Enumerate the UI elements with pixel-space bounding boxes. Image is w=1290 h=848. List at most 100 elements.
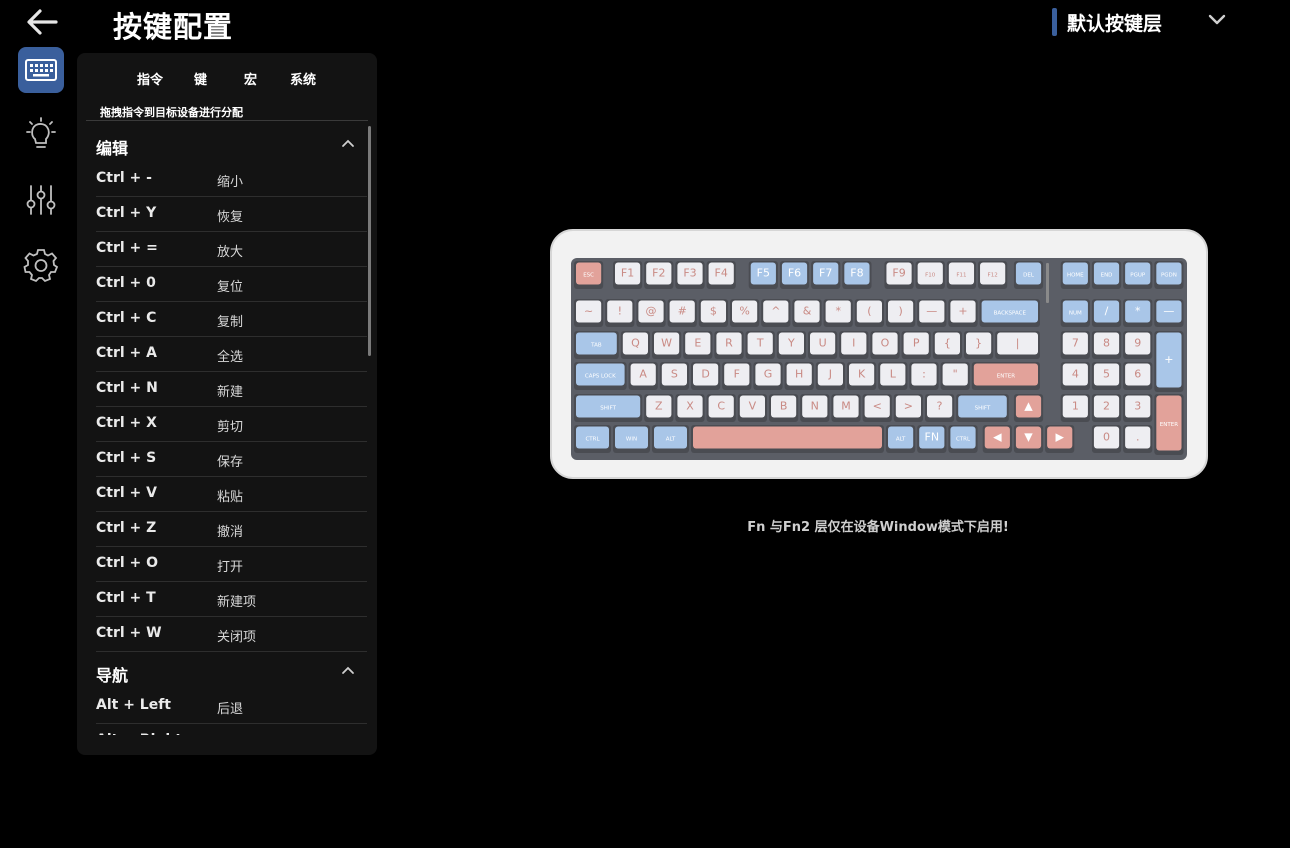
command-row[interactable]: Ctrl + C复制 <box>96 302 367 337</box>
key-label: ESC <box>583 273 594 279</box>
command-label: 新建项 <box>217 591 256 610</box>
chevron-down-icon <box>1207 13 1227 27</box>
command-row[interactable]: Alt + Right前进 <box>96 724 367 735</box>
keyboard-key: J <box>816 362 845 390</box>
command-label: 恢复 <box>217 206 243 225</box>
key-label: T <box>756 337 764 350</box>
key-label: F11 <box>956 273 966 279</box>
shortcut-key: Ctrl + A <box>96 345 157 361</box>
keyboard-key: } <box>964 331 993 359</box>
layer-selected-label: 默认按键层 <box>1067 9 1162 36</box>
drag-hint: 拖拽指令到目标设备进行分配 <box>100 104 243 120</box>
key-label: A <box>639 368 647 381</box>
keyboard-key: ▼ <box>1014 425 1043 453</box>
key-label: CAPS LOCK <box>585 374 616 380</box>
command-row[interactable]: Ctrl + W关闭项 <box>96 617 367 652</box>
command-row[interactable]: Ctrl + S保存 <box>96 442 367 477</box>
shortcut-key: Ctrl + C <box>96 310 156 326</box>
key-label: 9 <box>1134 337 1141 350</box>
key-label: 6 <box>1134 368 1141 381</box>
keyboard-key: F6 <box>780 261 809 289</box>
keyboard-key: G <box>753 362 782 390</box>
key-label: DEL <box>1023 273 1035 279</box>
tab-macros[interactable]: 宏 <box>244 69 257 88</box>
keyboard-key: SHIFT <box>574 394 642 422</box>
command-row[interactable]: Ctrl + O打开 <box>96 547 367 582</box>
key-label: I <box>852 337 855 350</box>
keyboard-key: PGUP <box>1123 261 1152 289</box>
keyboard-key: O <box>870 331 899 359</box>
keyboard-key: ALT <box>886 425 915 453</box>
key-label: 7 <box>1072 337 1079 350</box>
command-row[interactable]: Alt + Left后退 <box>96 689 367 724</box>
key-label: G <box>764 368 773 381</box>
command-row[interactable]: Ctrl + Y 恢复 <box>96 197 367 232</box>
keyboard-key: — <box>917 299 946 327</box>
key-label: M <box>841 400 851 413</box>
command-row[interactable]: Ctrl + N新建 <box>96 372 367 407</box>
keyboard-key: K <box>847 362 876 390</box>
command-row[interactable]: Ctrl + T新建项 <box>96 582 367 617</box>
keyboard-key: + <box>948 299 977 327</box>
keyboard-key: F10 <box>916 261 945 289</box>
key-label: + <box>958 305 967 318</box>
key-label: & <box>803 305 812 318</box>
sliders-icon <box>24 183 58 217</box>
command-row[interactable]: Ctrl + =放大 <box>96 232 367 267</box>
keyboard-key: ALT <box>652 425 689 453</box>
command-row[interactable]: Ctrl + A全选 <box>96 337 367 372</box>
nav-keys-button[interactable] <box>18 47 64 93</box>
back-button[interactable] <box>24 6 60 38</box>
shortcut-key: Ctrl + W <box>96 625 162 641</box>
nav-lighting-button[interactable] <box>18 112 64 158</box>
command-label: 缩小 <box>217 171 243 190</box>
key-label: ! <box>618 305 622 318</box>
shortcut-key: Ctrl + Y <box>96 205 156 221</box>
keyboard-key: U <box>808 331 837 359</box>
command-row[interactable]: Ctrl + V粘贴 <box>96 477 367 512</box>
gear-icon <box>23 247 59 283</box>
keyboard-key: Q <box>621 331 650 359</box>
keyboard-key: F4 <box>707 261 736 289</box>
key-label: 3 <box>1134 400 1141 413</box>
command-row[interactable]: Ctrl + 0复位 <box>96 267 367 302</box>
key-label: ▶ <box>1055 431 1064 444</box>
keyboard-key: PGDN <box>1154 261 1183 289</box>
keyboard-key: F7 <box>811 261 840 289</box>
nav-settings-button[interactable] <box>18 242 64 288</box>
tab-commands[interactable]: 指令 <box>137 69 163 88</box>
command-row[interactable]: Ctrl + Z撤消 <box>96 512 367 547</box>
key-label: } <box>975 337 982 350</box>
keyboard-key: ! <box>605 299 634 327</box>
tab-keys[interactable]: 键 <box>194 69 207 88</box>
command-list: 编辑 Ctrl + - 缩小 Ctrl + Y 恢复 Ctrl + =放大 Ctrl… <box>96 125 367 735</box>
command-row[interactable]: Ctrl + - 缩小 <box>96 162 367 197</box>
section-header-edit[interactable]: 编辑 <box>96 125 367 162</box>
section-header-navigation[interactable]: 导航 <box>96 652 367 689</box>
keyboard-preview: ESCF1F2F3F4F5F6F7F8F9F10F11F12DELHOMEEND… <box>549 228 1209 480</box>
command-label: 后退 <box>217 698 243 717</box>
layer-dropdown[interactable]: 默认按键层 <box>1052 7 1232 37</box>
key-label: C <box>717 400 725 413</box>
key-label: S <box>671 368 678 381</box>
key-label: L <box>890 368 897 381</box>
command-row[interactable]: Ctrl + X剪切 <box>96 407 367 442</box>
key-label: ENTER <box>997 374 1015 380</box>
key-label: BACKSPACE <box>994 311 1027 317</box>
list-scrollbar[interactable] <box>368 126 371 356</box>
keyboard-key: CTRL <box>574 425 611 453</box>
nav-performance-button[interactable] <box>18 177 64 223</box>
command-label: 剪切 <box>217 416 243 435</box>
keyboard-key: C <box>707 394 736 422</box>
key-label: F8 <box>850 267 863 280</box>
keyboard-key: FN <box>917 425 946 453</box>
keyboard-key: F3 <box>675 261 704 289</box>
keyboard-key: WIN <box>613 425 650 453</box>
command-label: 粘贴 <box>217 486 243 505</box>
tab-system[interactable]: 系统 <box>290 69 316 88</box>
key-label: — <box>926 305 937 318</box>
shortcut-key: Ctrl + - <box>96 170 152 186</box>
keyboard-key: F11 <box>947 261 976 289</box>
key-label: Q <box>631 337 640 350</box>
key-label: < <box>873 400 882 413</box>
